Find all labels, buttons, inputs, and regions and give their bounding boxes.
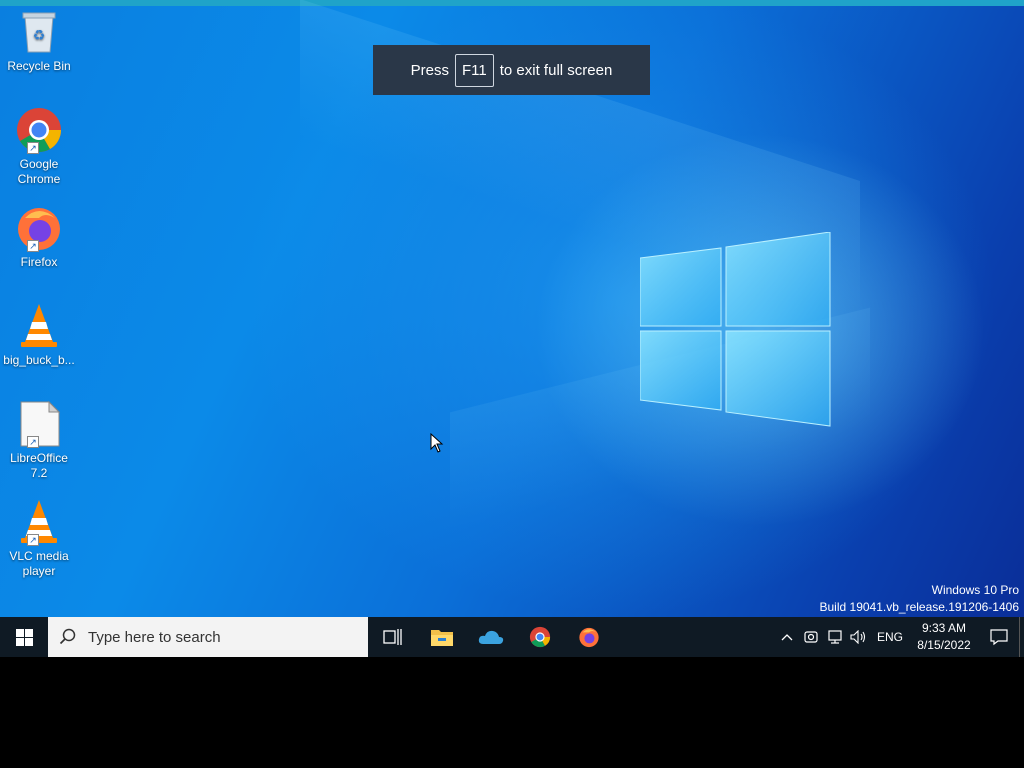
- mouse-cursor-icon: [430, 433, 444, 453]
- volume-button[interactable]: [847, 617, 871, 657]
- desktop[interactable]: ♻ Recycle Bin ↗ Google Chrome ↗ Firefox …: [0, 0, 1024, 617]
- shortcut-arrow-icon: ↗: [27, 436, 39, 448]
- toast-prefix: Press: [410, 61, 450, 79]
- vlc-file-icon: [15, 302, 63, 350]
- toast-suffix: to exit full screen: [499, 61, 613, 79]
- desktop-icon-google-chrome[interactable]: ↗ Google Chrome: [2, 106, 76, 187]
- task-view-icon: [382, 629, 402, 645]
- language-indicator[interactable]: ENG: [871, 630, 909, 644]
- chevron-up-icon: [781, 634, 793, 641]
- windows-watermark: Windows 10 Pro Build 19041.vb_release.19…: [820, 582, 1020, 616]
- show-hidden-icons-button[interactable]: [775, 617, 799, 657]
- chrome-taskbar-button[interactable]: [515, 617, 564, 657]
- action-center-button[interactable]: [979, 617, 1019, 657]
- screen-letterbox: [0, 657, 1024, 768]
- desktop-icon-label: big_buck_b...: [3, 353, 75, 367]
- chrome-icon: [529, 626, 550, 648]
- taskbar: Type here to search ENG 9:33 AM 8/15/202…: [0, 617, 1024, 657]
- svg-text:♻: ♻: [33, 27, 46, 43]
- show-desktop-button[interactable]: [1019, 617, 1024, 657]
- system-tray: ENG 9:33 AM 8/15/2022: [775, 617, 1024, 657]
- tray-camera-button[interactable]: [799, 617, 823, 657]
- vlc-icon: ↗: [15, 498, 63, 546]
- onedrive-icon: [478, 630, 503, 644]
- firefox-taskbar-button[interactable]: [564, 617, 613, 657]
- desktop-icon-recycle-bin[interactable]: ♻ Recycle Bin: [2, 8, 76, 74]
- watermark-build: Build 19041.vb_release.191206-1406: [819, 600, 1020, 614]
- notification-icon: [990, 629, 1008, 646]
- file-explorer-icon: [430, 630, 453, 646]
- toast-key: F11: [455, 53, 494, 87]
- search-placeholder: Type here to search: [88, 628, 221, 646]
- recycle-bin-icon: ♻: [15, 8, 63, 56]
- watermark-edition: Windows 10 Pro: [931, 583, 1019, 597]
- network-button[interactable]: [823, 617, 847, 657]
- desktop-icon-libreoffice[interactable]: ↗ LibreOffice 7.2: [2, 400, 76, 481]
- file-explorer-button[interactable]: [417, 617, 466, 657]
- clock-time: 9:33 AM: [921, 621, 967, 635]
- libreoffice-icon: ↗: [15, 400, 63, 448]
- desktop-icon-label: Firefox: [20, 255, 58, 269]
- windows-logo-wallpaper: [640, 232, 831, 427]
- clock[interactable]: 9:33 AM 8/15/2022: [909, 620, 979, 654]
- desktop-icon-vlc[interactable]: ↗ VLC media player: [2, 498, 76, 579]
- shortcut-arrow-icon: ↗: [27, 240, 39, 252]
- desktop-icon-big-buck-bunny[interactable]: big_buck_b...: [2, 302, 76, 368]
- speaker-icon: [850, 630, 866, 644]
- windows-start-icon: [15, 628, 33, 646]
- task-view-button[interactable]: [368, 617, 417, 657]
- desktop-icon-label: VLC media player: [9, 549, 69, 578]
- shortcut-arrow-icon: ↗: [27, 142, 39, 154]
- search-icon: [48, 628, 88, 646]
- desktop-icon-label: Google Chrome: [17, 157, 61, 186]
- webcam-icon: [804, 631, 818, 643]
- chrome-icon: ↗: [15, 106, 63, 154]
- start-button[interactable]: [0, 617, 48, 657]
- taskbar-search-box[interactable]: Type here to search: [48, 617, 368, 657]
- clock-date: 8/15/2022: [917, 638, 971, 652]
- fullscreen-exit-toast: Press F11 to exit full screen: [373, 45, 650, 95]
- desktop-icon-label: Recycle Bin: [7, 59, 71, 73]
- firefox-icon: ↗: [15, 204, 63, 252]
- desktop-icon-firefox[interactable]: ↗ Firefox: [2, 204, 76, 270]
- shortcut-arrow-icon: ↗: [27, 534, 39, 546]
- firefox-icon: [578, 627, 599, 648]
- top-accent-bar: [0, 0, 1024, 6]
- onedrive-button[interactable]: [466, 617, 515, 657]
- desktop-icon-label: LibreOffice 7.2: [10, 451, 68, 480]
- network-icon: [828, 630, 842, 644]
